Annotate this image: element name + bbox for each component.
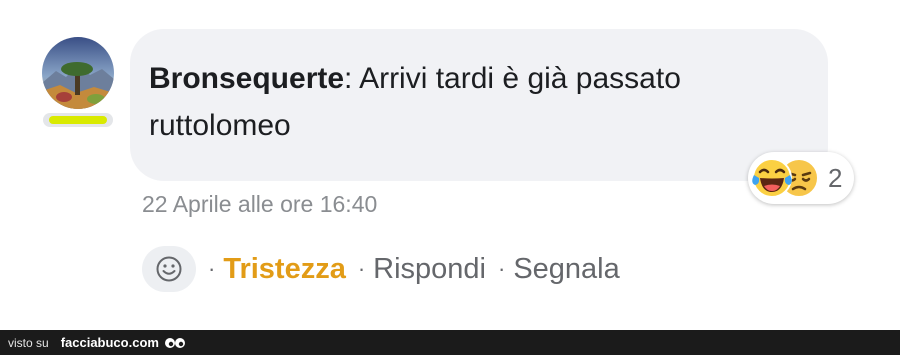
laughing-tears-emoji-icon (752, 158, 792, 198)
reaction-count: 2 (828, 163, 843, 193)
watermark-bar: visto su facciabuco.com (0, 330, 900, 355)
visto-su-label: visto su (8, 335, 49, 350)
eyes-icon (164, 336, 186, 350)
add-reaction-button[interactable] (142, 246, 196, 292)
user-badge (43, 113, 113, 127)
action-separator: · (498, 256, 506, 281)
comment-bubble: Bronsequerte: Arrivi tardi è già passato… (130, 29, 828, 181)
comment-actions: · Tristezza · Rispondi · Segnala (142, 246, 620, 292)
reaction-button[interactable]: Tristezza (223, 253, 346, 286)
site-name: facciabuco.com (60, 335, 159, 350)
comment-timestamp[interactable]: 22 Aprile alle ore 16:40 (142, 191, 377, 218)
action-separator: · (208, 256, 216, 281)
smile-icon (156, 256, 182, 282)
avatar[interactable] (42, 37, 114, 109)
report-button[interactable]: Segnala (513, 253, 619, 286)
action-separator: · (357, 256, 366, 281)
comment-text: Bronsequerte: Arrivi tardi è già passato… (149, 55, 788, 149)
author-name[interactable]: Bronsequerte (149, 62, 344, 95)
avatar-image (42, 37, 114, 109)
reactions-summary[interactable]: 2 (748, 152, 854, 204)
reply-button[interactable]: Rispondi (373, 253, 486, 286)
